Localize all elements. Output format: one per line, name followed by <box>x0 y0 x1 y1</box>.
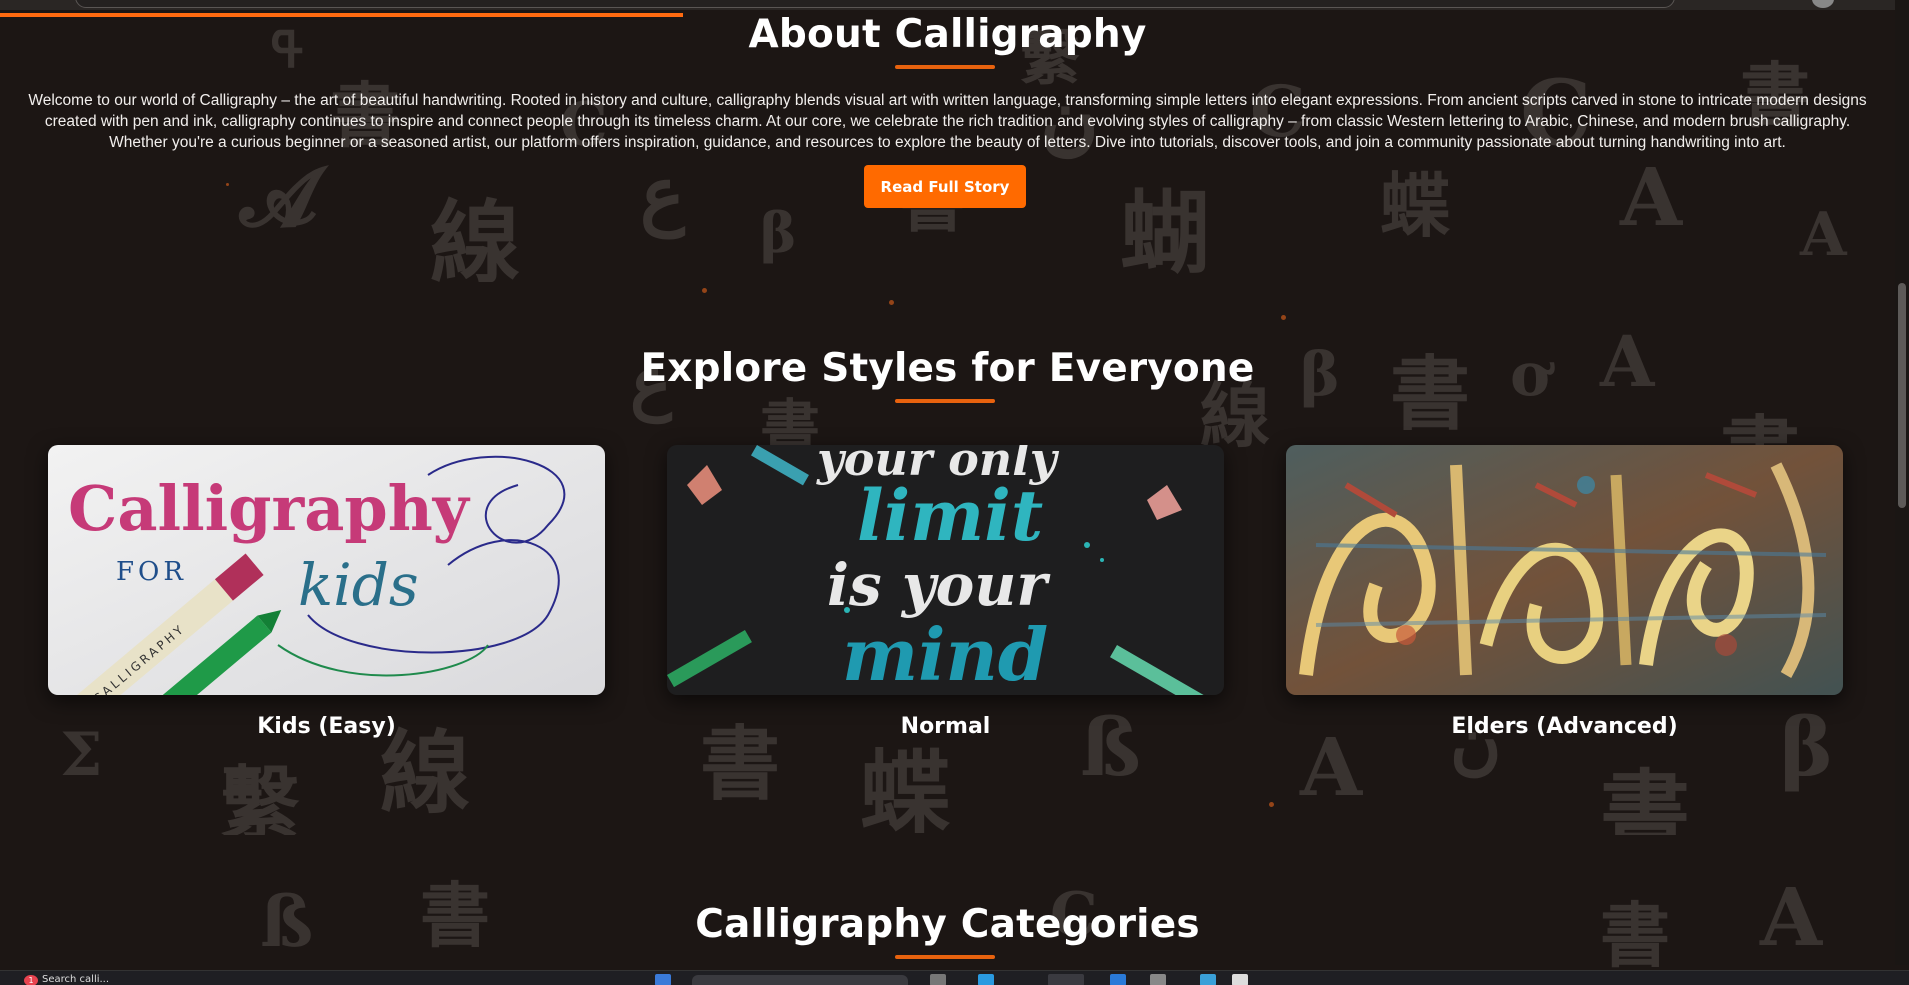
style-card-elders[interactable] <box>1286 445 1843 695</box>
style-card-kids-label: Kids (Easy) <box>257 714 396 739</box>
normal-image-line2: limit <box>857 474 1043 557</box>
style-card-normal[interactable]: your only limit is your mind <box>667 445 1224 695</box>
notification-badge: 1 <box>24 975 38 985</box>
categories-title-underline <box>895 955 995 959</box>
ember-dot <box>1269 802 1274 807</box>
normal-image-line4: mind <box>842 612 1048 695</box>
normal-image-line3: is your <box>827 551 1051 619</box>
browser-icon[interactable] <box>978 974 994 985</box>
taskbar-window-label[interactable]: Search calli... <box>42 974 109 985</box>
app-icon[interactable] <box>1110 974 1126 985</box>
ember-dot <box>1281 315 1286 320</box>
about-description: Welcome to our world of Calligraphy – th… <box>28 92 1867 151</box>
page-scrollbar[interactable] <box>1895 0 1909 965</box>
scrollbar-thumb[interactable] <box>1898 283 1906 508</box>
kids-image-kids-text: kids <box>298 551 419 619</box>
ember-dot <box>889 300 894 305</box>
ember-dot <box>702 288 707 293</box>
kids-calligraphy-image: Calligraphy FOR kids CALLIGRAPHY <box>48 445 605 695</box>
elders-arabic-calligraphy-image <box>1286 445 1843 695</box>
ember-dot <box>226 183 229 186</box>
styles-title-underline <box>895 399 995 403</box>
style-card-normal-label: Normal <box>900 714 991 739</box>
read-full-story-button[interactable]: Read Full Story <box>864 165 1026 208</box>
app-icon[interactable] <box>1232 974 1248 985</box>
app-icon[interactable] <box>1150 974 1166 985</box>
app-icon[interactable] <box>1200 974 1216 985</box>
task-view-icon[interactable] <box>930 974 946 985</box>
normal-calligraphy-image: your only limit is your mind <box>667 445 1224 695</box>
kids-image-title-text: Calligraphy <box>68 472 471 545</box>
categories-title: Calligraphy Categories <box>695 902 1200 947</box>
active-app-icon[interactable] <box>1048 974 1084 985</box>
style-card-kids[interactable]: Calligraphy FOR kids CALLIGRAPHY <box>48 445 605 695</box>
about-title: About Calligraphy <box>748 12 1147 57</box>
windows-start-icon[interactable] <box>655 974 671 985</box>
taskbar-search-box[interactable] <box>692 975 908 985</box>
os-taskbar: 1 Search calli... <box>0 970 1909 985</box>
kids-image-for-text: FOR <box>116 557 187 587</box>
styles-title: Explore Styles for Everyone <box>640 346 1255 391</box>
style-card-elders-label: Elders (Advanced) <box>1451 714 1678 739</box>
about-title-underline <box>895 65 995 69</box>
